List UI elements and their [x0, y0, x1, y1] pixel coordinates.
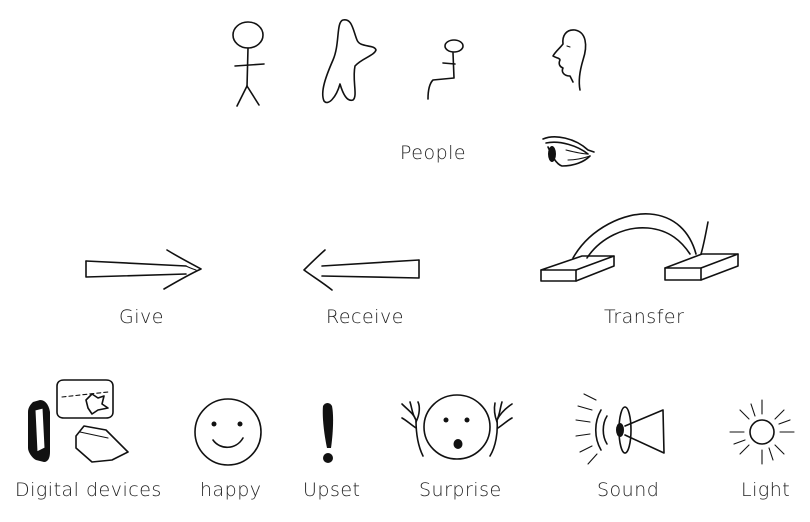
receive-arrow-icon: [303, 249, 420, 291]
happy-face-icon: [194, 398, 262, 466]
give-label: Give: [119, 306, 164, 328]
stick-figure-icon: [232, 21, 265, 107]
blob-figure-icon: [321, 19, 377, 104]
digital-devices-label: Digital devices: [15, 479, 162, 501]
people-label: People: [400, 142, 467, 164]
surprise-face-icon: [401, 394, 513, 460]
sketch-canvas: [28, 19, 795, 466]
transfer-icon: [540, 213, 739, 282]
happy-label: happy: [200, 479, 262, 501]
upset-label: Upset: [303, 479, 361, 501]
exclamation-icon: [322, 403, 334, 463]
give-arrow-icon: [85, 249, 202, 290]
sound-label: Sound: [597, 479, 660, 501]
eye-icon: [542, 136, 595, 167]
seated-figure-icon: [427, 39, 464, 100]
receive-label: Receive: [326, 306, 404, 328]
transfer-label: Transfer: [604, 306, 685, 328]
digital-devices-icon: [28, 379, 129, 463]
head-profile-icon: [552, 29, 587, 91]
surprise-label: Surprise: [419, 479, 502, 501]
speaker-icon: [575, 393, 665, 465]
light-label: Light: [741, 479, 791, 501]
sun-icon: [729, 399, 795, 465]
